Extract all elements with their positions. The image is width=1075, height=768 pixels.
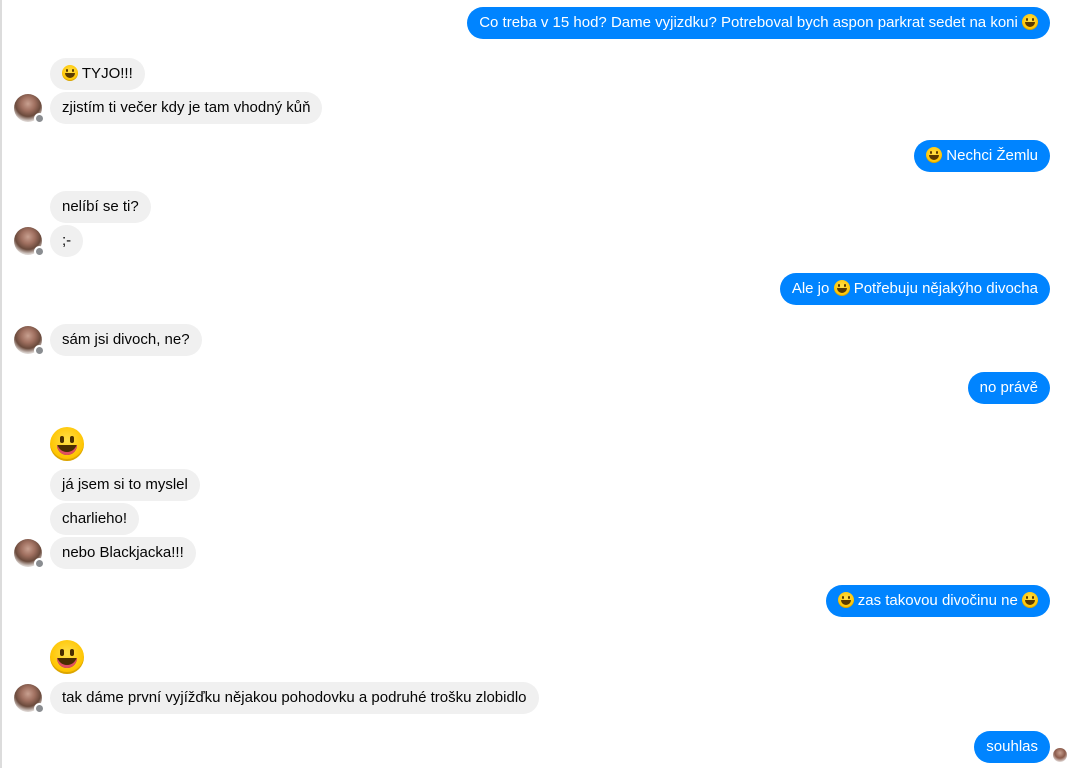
message-text: zjistím ti večer kdy je tam vhodný kůň <box>62 99 311 116</box>
message-text: Co treba v 15 hod? Dame vyjizdku? Potreb… <box>479 14 1022 31</box>
message-text: no právě <box>979 379 1038 396</box>
contact-avatar[interactable] <box>14 326 45 356</box>
grinning-face-emoji-icon <box>62 65 78 81</box>
message-outgoing[interactable]: zas takovou divočinu ne <box>825 585 1050 617</box>
messenger-badge-icon <box>34 703 45 714</box>
messenger-badge-icon <box>34 246 45 257</box>
message-text: zas takovou divočinu ne <box>853 592 1022 609</box>
grinning-face-emoji-icon <box>837 592 854 608</box>
message-text: já jsem si to myslel <box>62 476 188 493</box>
message-incoming[interactable]: charlieho! <box>50 503 140 535</box>
messenger-badge-icon <box>34 113 45 124</box>
message-incoming[interactable]: sám jsi divoch, ne? <box>50 324 202 356</box>
message-text: TYJO!!! <box>78 65 133 82</box>
message-outgoing[interactable]: souhlas <box>974 731 1050 763</box>
message-incoming[interactable]: zjistím ti večer kdy je tam vhodný kůň <box>50 92 323 124</box>
message-text: souhlas <box>986 738 1038 755</box>
grinning-face-emoji-icon[interactable] <box>50 427 84 461</box>
message-incoming[interactable]: TYJO!!! <box>50 58 145 90</box>
window-left-border <box>0 0 2 768</box>
messenger-badge-icon <box>34 558 45 569</box>
message-text: sám jsi divoch, ne? <box>62 331 190 348</box>
message-outgoing[interactable]: no právě <box>967 372 1050 404</box>
message-outgoing[interactable]: Ale jo Potřebuju nějakýho divocha <box>779 273 1050 305</box>
message-text: tak dáme první vyjížďku nějakou pohodovk… <box>62 689 527 706</box>
contact-avatar[interactable] <box>14 227 45 257</box>
message-incoming[interactable]: tak dáme první vyjížďku nějakou pohodovk… <box>50 682 539 714</box>
messenger-badge-icon <box>34 345 45 356</box>
message-outgoing[interactable]: Nechci Žemlu <box>914 140 1050 172</box>
grinning-face-emoji-icon <box>1022 592 1038 608</box>
grinning-face-emoji-icon <box>926 147 943 163</box>
message-text: ;- <box>62 232 72 249</box>
message-text: nelíbí se ti? <box>62 198 139 215</box>
contact-avatar[interactable] <box>14 539 45 569</box>
grinning-face-emoji-icon <box>1022 14 1038 30</box>
grinning-face-emoji-icon[interactable] <box>50 640 84 674</box>
message-incoming[interactable]: já jsem si to myslel <box>50 469 200 501</box>
seen-receipt-avatar <box>1053 748 1067 762</box>
message-text: Nechci Žemlu <box>942 147 1038 164</box>
message-text: charlieho! <box>62 510 128 527</box>
message-outgoing[interactable]: Co treba v 15 hod? Dame vyjizdku? Potreb… <box>467 7 1050 39</box>
message-incoming[interactable]: nebo Blackjacka!!! <box>50 537 196 569</box>
message-incoming[interactable]: nelíbí se ti? <box>50 191 151 223</box>
message-incoming[interactable]: ;- <box>50 225 84 257</box>
contact-avatar[interactable] <box>14 684 45 714</box>
message-text: Ale jo <box>791 280 834 297</box>
message-text: nebo Blackjacka!!! <box>62 544 184 561</box>
grinning-face-emoji-icon <box>833 280 850 296</box>
message-text: Potřebuju nějakýho divocha <box>849 280 1038 297</box>
contact-avatar[interactable] <box>14 94 45 124</box>
